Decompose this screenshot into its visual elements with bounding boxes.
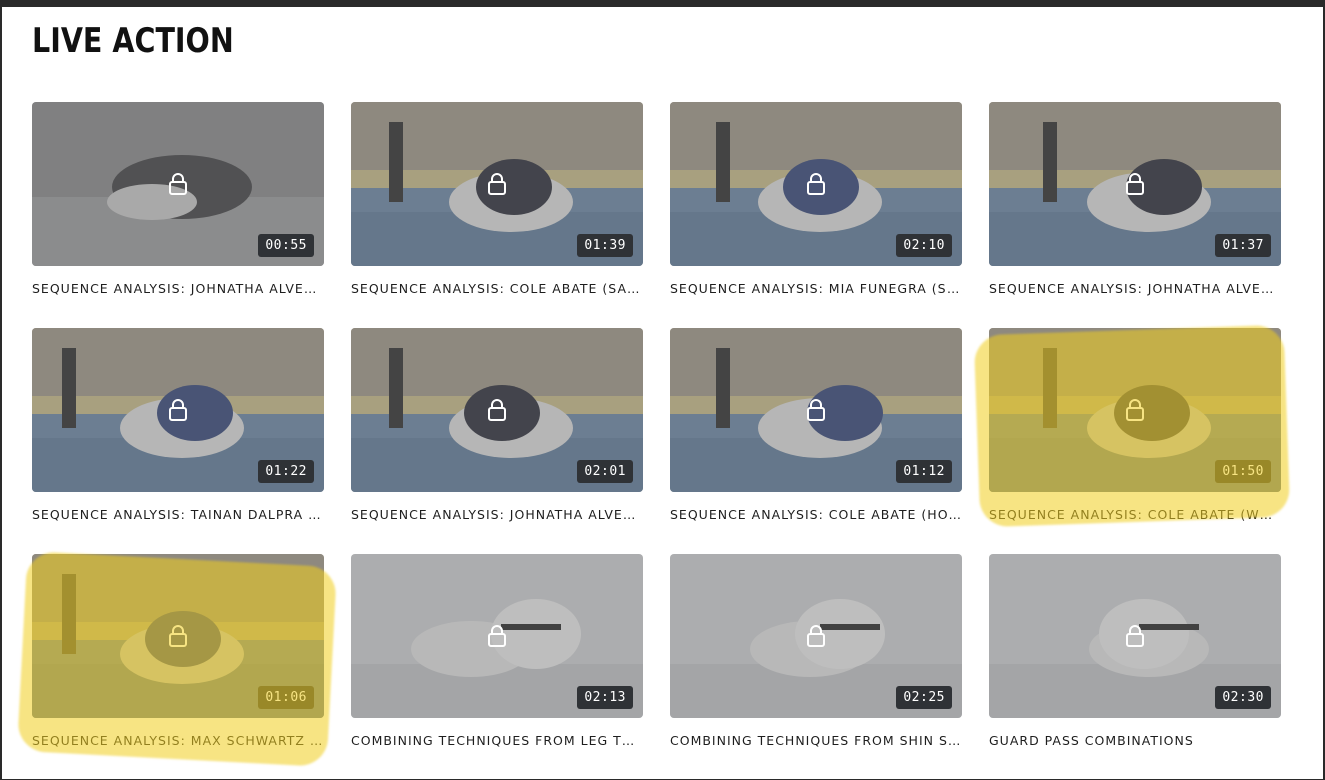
video-card[interactable]: 01:06 SEQUENCE ANALYSIS: MAX SCHWARTZ (2…: [32, 554, 324, 780]
duration-badge: 02:01: [577, 460, 633, 483]
duration-badge: 01:37: [1215, 234, 1271, 257]
lock-icon: [807, 173, 825, 195]
lock-icon: [1126, 173, 1144, 195]
video-grid: 00:55 SEQUENCE ANALYSIS: JOHNATHA ALVES …: [32, 102, 1281, 780]
video-thumbnail[interactable]: 02:01: [351, 328, 643, 492]
video-title[interactable]: SEQUENCE ANALYSIS: JOHNATHA ALVES ...: [32, 281, 324, 296]
duration-badge: 01:06: [258, 686, 314, 709]
video-thumbnail[interactable]: 01:50: [989, 328, 1281, 492]
duration-badge: 02:25: [896, 686, 952, 709]
video-title[interactable]: SEQUENCE ANALYSIS: JOHNATHA ALVES ...: [989, 281, 1281, 296]
video-thumbnail[interactable]: 02:13: [351, 554, 643, 718]
duration-badge: 01:12: [896, 460, 952, 483]
duration-badge: 01:22: [258, 460, 314, 483]
video-title[interactable]: SEQUENCE ANALYSIS: JOHNATHA ALVES ...: [351, 507, 643, 522]
lock-icon: [169, 399, 187, 421]
lock-icon: [807, 399, 825, 421]
lock-icon: [169, 173, 187, 195]
video-thumbnail[interactable]: 01:37: [989, 102, 1281, 266]
lock-icon: [1126, 625, 1144, 647]
video-card[interactable]: 01:22 SEQUENCE ANALYSIS: TAINAN DALPRA (…: [32, 328, 324, 554]
video-title[interactable]: SEQUENCE ANALYSIS: TAINAN DALPRA (H...: [32, 507, 324, 522]
video-card[interactable]: 01:50 SEQUENCE ANALYSIS: COLE ABATE (WOR…: [989, 328, 1281, 554]
section-title: LIVE ACTION: [32, 21, 234, 61]
video-title[interactable]: SEQUENCE ANALYSIS: COLE ABATE (HOU...: [670, 507, 962, 522]
video-card[interactable]: 02:10 SEQUENCE ANALYSIS: MIA FUNEGRA (SA…: [670, 102, 962, 328]
video-thumbnail[interactable]: 01:39: [351, 102, 643, 266]
video-title[interactable]: COMBINING TECHNIQUES FROM SHIN SLI...: [670, 733, 962, 748]
video-card[interactable]: 00:55 SEQUENCE ANALYSIS: JOHNATHA ALVES …: [32, 102, 324, 328]
duration-badge: 02:30: [1215, 686, 1271, 709]
video-card[interactable]: 02:25 COMBINING TECHNIQUES FROM SHIN SLI…: [670, 554, 962, 780]
duration-badge: 01:50: [1215, 460, 1271, 483]
video-card[interactable]: 02:01 SEQUENCE ANALYSIS: JOHNATHA ALVES …: [351, 328, 643, 554]
video-thumbnail[interactable]: 02:25: [670, 554, 962, 718]
video-thumbnail[interactable]: 01:12: [670, 328, 962, 492]
video-card[interactable]: 02:30 GUARD PASS COMBINATIONS: [989, 554, 1281, 780]
duration-badge: 02:13: [577, 686, 633, 709]
lock-icon: [169, 625, 187, 647]
video-card[interactable]: 01:37 SEQUENCE ANALYSIS: JOHNATHA ALVES …: [989, 102, 1281, 328]
video-title[interactable]: SEQUENCE ANALYSIS: COLE ABATE (WOR...: [989, 507, 1281, 522]
duration-badge: 02:10: [896, 234, 952, 257]
lock-icon: [807, 625, 825, 647]
video-thumbnail[interactable]: 01:22: [32, 328, 324, 492]
video-thumbnail[interactable]: 01:06: [32, 554, 324, 718]
video-thumbnail[interactable]: 00:55: [32, 102, 324, 266]
lock-icon: [488, 625, 506, 647]
video-title[interactable]: SEQUENCE ANALYSIS: MAX SCHWARTZ (2...: [32, 733, 324, 748]
video-card[interactable]: 02:13 COMBINING TECHNIQUES FROM LEG TRAP: [351, 554, 643, 780]
video-title[interactable]: GUARD PASS COMBINATIONS: [989, 733, 1281, 748]
video-title[interactable]: COMBINING TECHNIQUES FROM LEG TRAP: [351, 733, 643, 748]
duration-badge: 00:55: [258, 234, 314, 257]
lock-icon: [488, 173, 506, 195]
video-card[interactable]: 01:39 SEQUENCE ANALYSIS: COLE ABATE (SAN…: [351, 102, 643, 328]
video-title[interactable]: SEQUENCE ANALYSIS: COLE ABATE (SAN ...: [351, 281, 643, 296]
video-title[interactable]: SEQUENCE ANALYSIS: MIA FUNEGRA (SA...: [670, 281, 962, 296]
duration-badge: 01:39: [577, 234, 633, 257]
content-page: LIVE ACTION 00:55 SEQUENCE ANALYSIS: JOH…: [2, 7, 1323, 779]
lock-icon: [488, 399, 506, 421]
video-thumbnail[interactable]: 02:30: [989, 554, 1281, 718]
video-thumbnail[interactable]: 02:10: [670, 102, 962, 266]
lock-icon: [1126, 399, 1144, 421]
video-card[interactable]: 01:12 SEQUENCE ANALYSIS: COLE ABATE (HOU…: [670, 328, 962, 554]
